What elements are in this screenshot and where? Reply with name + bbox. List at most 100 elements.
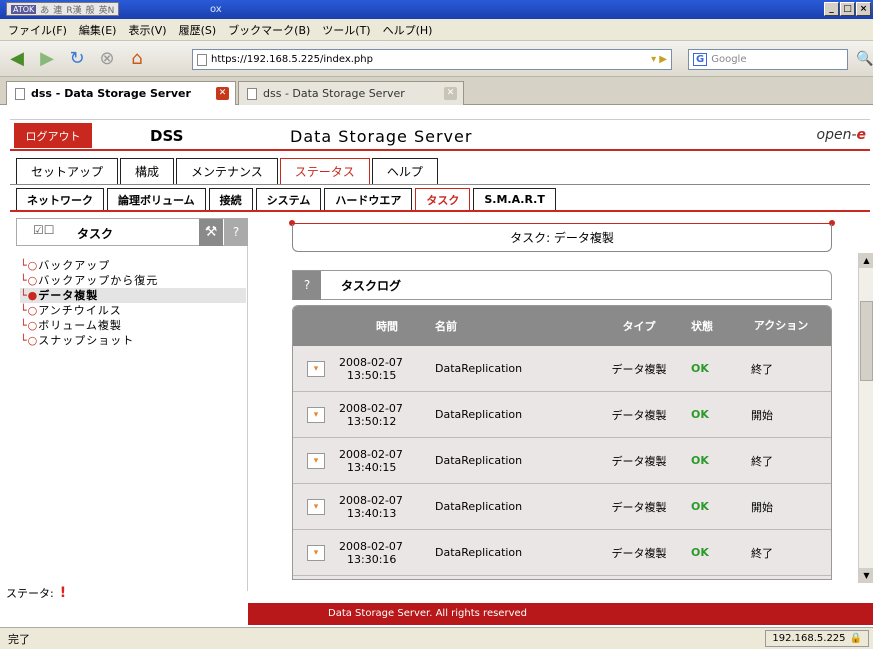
left-panel-header: ☑☐ タスク ⚒ ? <box>16 218 248 246</box>
back-icon[interactable]: ◀ <box>4 46 30 72</box>
ime-mode-eng[interactable]: 英N <box>99 3 115 16</box>
tree-item-label: ボリューム複製 <box>38 319 122 332</box>
page-icon <box>15 87 25 100</box>
menu-view[interactable]: 表示(V) <box>128 22 166 38</box>
help-button[interactable]: ? <box>293 270 321 300</box>
window-title-bar: ATOK あ 連 R漢 般 英N ox _ □ × <box>0 0 873 19</box>
url-bar[interactable]: https://192.168.5.225/index.php ▾ ▶ <box>192 49 672 70</box>
ime-mode-ren[interactable]: 連 <box>53 3 62 16</box>
browser-tab-label: dss - Data Storage Server <box>31 87 191 100</box>
table-header: 時間 名前 タイプ 状態 アクション <box>293 306 831 346</box>
reload-icon[interactable]: ↻ <box>64 46 90 72</box>
menu-bookmarks[interactable]: ブックマーク(B) <box>228 22 310 38</box>
col-name[interactable]: 名前 <box>435 318 587 334</box>
col-type[interactable]: タイプ <box>587 318 691 334</box>
tab-configuration[interactable]: 構成 <box>120 158 175 184</box>
row-date: 2008-02-07 <box>339 355 403 369</box>
warning-icon[interactable]: ! <box>60 585 66 601</box>
ime-mode-hiragana[interactable]: あ <box>40 3 49 16</box>
menu-help[interactable]: ヘルプ(H) <box>383 22 433 38</box>
brand-suffix: e <box>856 127 867 143</box>
expand-icon[interactable]: ▾ <box>307 452 325 469</box>
tree-item-antivirus[interactable]: └○アンチウイルス <box>20 303 246 318</box>
status-done: 完了 <box>8 632 30 646</box>
url-text[interactable]: https://192.168.5.225/index.php <box>211 54 373 65</box>
tree-item-restore[interactable]: └○バックアップから復元 <box>20 273 246 288</box>
row-state: OK <box>691 546 709 559</box>
search-icon[interactable]: 🔍 <box>856 51 873 67</box>
ime-mode-rkan[interactable]: R漢 <box>66 3 81 16</box>
scroll-up-icon[interactable]: ▲ <box>859 253 873 268</box>
browser-tab-active[interactable]: dss - Data Storage Server ✕ <box>6 81 236 105</box>
ime-atok[interactable]: ATOK <box>11 4 37 14</box>
ime-mode-han[interactable]: 般 <box>86 3 95 16</box>
expand-icon[interactable]: ▾ <box>307 498 325 515</box>
row-date: 2008-02-07 <box>339 447 403 461</box>
subtab-smart[interactable]: S.M.A.R.T <box>473 188 556 210</box>
table-row[interactable]: ▾ 2008-02-07 13:50:12 DataReplication データ複製 O… <box>293 392 831 438</box>
lock-icon[interactable]: 🔒 <box>850 633 862 644</box>
browser-tab-inactive[interactable]: dss - Data Storage Server ✕ <box>238 81 464 105</box>
subtab-network[interactable]: ネットワーク <box>16 188 104 210</box>
minimize-button[interactable]: _ <box>824 2 839 16</box>
table-row[interactable]: ▾ 2008-02-07 13:40:15 DataReplication データ複製 O… <box>293 438 831 484</box>
table-row[interactable]: ▾ 2008-02-07 13:40:13 DataReplication データ複製 O… <box>293 484 831 530</box>
time-cell: 2008-02-07 13:40:13 <box>339 494 435 520</box>
brand-logo: open-e <box>817 127 867 143</box>
time-cell: 2008-02-07 13:50:15 <box>339 356 435 382</box>
subtab-connections[interactable]: 接続 <box>208 188 253 210</box>
row-state: OK <box>691 362 709 375</box>
home-icon[interactable]: ⌂ <box>124 46 150 72</box>
table-row[interactable]: ▾ 2008-02-07 13:30:16 DataReplication データ複製 O… <box>293 530 831 576</box>
left-panel-title: タスク <box>77 227 114 241</box>
main-tabs: セットアップ 構成 メンテナンス ステータス ヘルプ <box>16 158 440 184</box>
row-time: 13:30:16 <box>347 552 397 566</box>
row-action: 開始 <box>751 500 773 514</box>
stop-icon[interactable]: ⊗ <box>94 46 120 72</box>
tree-item-volume-replication[interactable]: └○ボリューム複製 <box>20 318 246 333</box>
subtab-system[interactable]: システム <box>255 188 322 210</box>
sub-tabs: ネットワーク 論理ボリューム 接続 システム ハードウエア タスク S.M.A.… <box>16 188 559 210</box>
col-state[interactable]: 状態 <box>691 318 741 334</box>
forward-icon[interactable]: ▶ <box>34 46 60 72</box>
row-type: データ複製 <box>611 362 667 376</box>
scroll-down-icon[interactable]: ▼ <box>859 568 873 583</box>
expand-icon[interactable]: ▾ <box>307 406 325 423</box>
subtab-logical-volume[interactable]: 論理ボリューム <box>107 188 206 210</box>
menu-file[interactable]: ファイル(F) <box>8 22 67 38</box>
logout-button[interactable]: ログアウト <box>14 123 92 148</box>
subtab-hardware[interactable]: ハードウエア <box>324 188 413 210</box>
menu-history[interactable]: 履歴(S) <box>179 22 217 38</box>
scroll-thumb[interactable] <box>860 301 873 381</box>
expand-icon[interactable]: ▾ <box>307 360 325 377</box>
tree-node-icon: └○ <box>20 334 39 347</box>
row-name: DataReplication <box>435 408 523 421</box>
tab-status[interactable]: ステータス <box>279 158 370 184</box>
expand-icon[interactable]: ▾ <box>307 544 325 561</box>
close-tab-icon[interactable]: ✕ <box>216 87 229 100</box>
tab-maintenance[interactable]: メンテナンス <box>176 158 278 184</box>
tree-item-snapshot[interactable]: └○スナップショット <box>20 333 246 348</box>
google-icon[interactable]: G <box>693 53 708 66</box>
wrench-icon[interactable]: ⚒ <box>199 219 223 246</box>
tree-item-data-replication[interactable]: └●データ複製 <box>20 288 246 303</box>
tab-help[interactable]: ヘルプ <box>371 158 438 184</box>
close-button[interactable]: × <box>856 2 871 16</box>
col-action[interactable]: アクション <box>741 320 821 332</box>
table-row[interactable]: ▾ 2008-02-07 13:50:15 DataReplication データ複製 O… <box>293 346 831 392</box>
tree-item-backup[interactable]: └○バックアップ <box>20 258 246 273</box>
menu-edit[interactable]: 編集(E) <box>79 22 117 38</box>
subtab-tasks[interactable]: タスク <box>415 188 471 210</box>
vertical-scrollbar[interactable]: ▲ ▼ <box>858 253 873 583</box>
search-box[interactable]: G Google <box>688 49 848 70</box>
ime-toolbar[interactable]: ATOK あ 連 R漢 般 英N <box>6 2 120 16</box>
tree-item-label: データ複製 <box>38 289 99 302</box>
col-time[interactable]: 時間 <box>339 318 435 334</box>
maximize-button[interactable]: □ <box>840 2 855 16</box>
main-tabs-divider <box>10 184 870 185</box>
tab-setup[interactable]: セットアップ <box>16 158 119 184</box>
help-button[interactable]: ? <box>224 219 248 246</box>
close-tab-icon[interactable]: ✕ <box>444 87 457 100</box>
search-placeholder[interactable]: Google <box>711 54 746 65</box>
menu-tools[interactable]: ツール(T) <box>322 22 370 38</box>
